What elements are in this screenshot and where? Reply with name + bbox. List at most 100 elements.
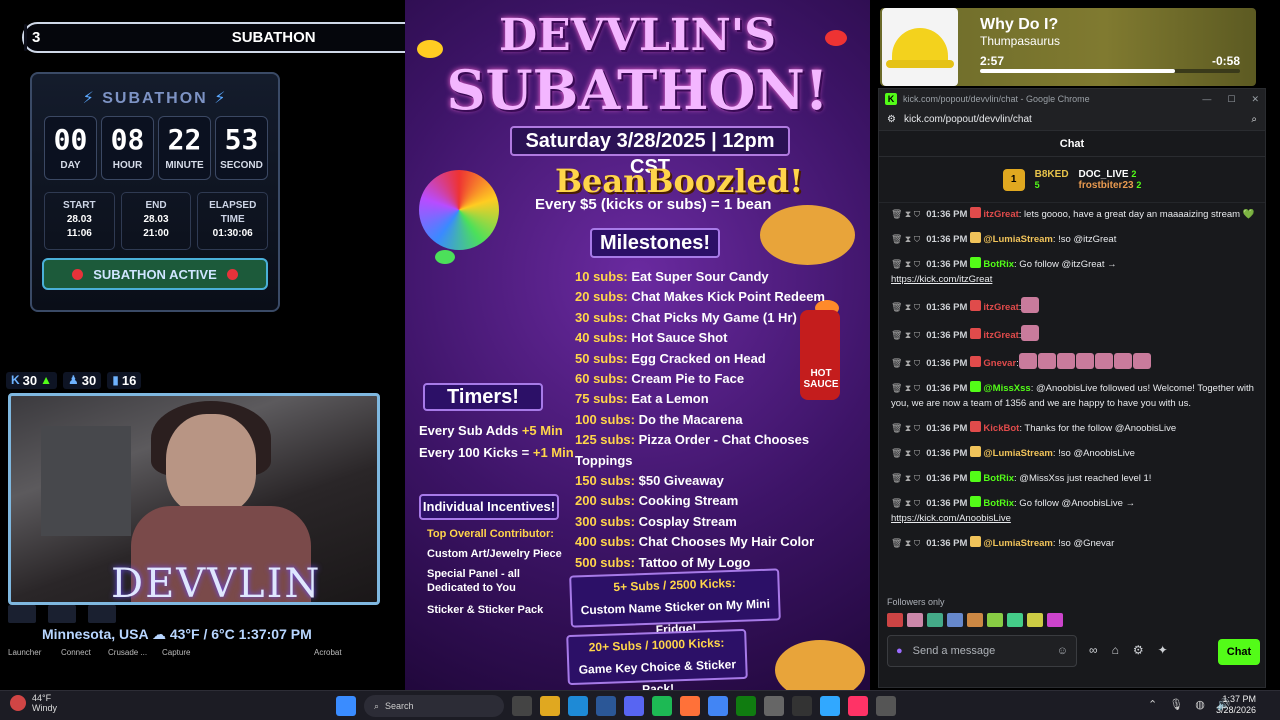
moderation-icons[interactable]: 🗑 ⧗ ⛉ [891,383,920,393]
emote-icon[interactable] [907,613,923,627]
milestone-item: 75 subs: Eat a Lemon [575,389,870,409]
seconds-value: 53 [224,123,259,156]
desktop-label-acrobat[interactable]: Acrobat [314,648,342,657]
chevron-up-icon[interactable]: ⌃ [1148,698,1157,711]
app-icon[interactable] [764,696,784,716]
app-icon[interactable] [8,605,36,623]
maximize-icon[interactable]: ☐ [1227,94,1235,105]
photoshop-icon[interactable] [820,696,840,716]
site-settings-icon[interactable]: ⚙ [887,114,896,125]
chat-messages: 🗑 ⧗ ⛉ 01:36 PM itzGreat: lets goooo, have … [879,203,1265,551]
microphone-icon[interactable]: 🎙 [1169,698,1183,711]
taskbar-date: 3/28/2026 [1215,705,1256,715]
emote-icon[interactable] [1027,613,1043,627]
bolt-icon: ⚡ [214,90,228,107]
emote-icon[interactable] [967,613,983,627]
extensions-icon[interactable]: ✦ [1158,643,1168,657]
gifter-1[interactable]: B8KED 5 [1035,169,1069,191]
moderation-icons[interactable]: 🗑 ⧗ ⛉ [891,234,920,244]
song-title: Why Do I? [980,16,1059,33]
network-icon[interactable]: ◍ [1195,698,1205,711]
microphone-icon[interactable]: ● [896,645,903,657]
app-icon[interactable] [88,605,116,623]
message-username[interactable]: itzGreat [983,330,1018,341]
indesign-icon[interactable] [848,696,868,716]
store-icon[interactable]: ⌂ [1112,643,1119,657]
message-username[interactable]: itzGreat [983,302,1018,313]
send-chat-button[interactable]: Chat [1218,639,1260,665]
taskbar-weather[interactable]: 44°F Windy [10,693,57,713]
moderation-icons[interactable]: 🗑 ⧗ ⛉ [891,448,920,458]
desktop-label-connect[interactable]: Connect [61,648,91,657]
moderation-icons[interactable]: 🗑 ⧗ ⛉ [891,473,920,483]
emote-icon[interactable] [987,613,1003,627]
file-explorer-icon[interactable] [540,696,560,716]
message-username[interactable]: BotRix [983,498,1014,509]
emote-icon[interactable] [887,613,903,627]
emote-icon[interactable] [1047,613,1063,627]
emoji-icon[interactable]: ☺ [1057,645,1068,657]
message-username[interactable]: KickBot [983,423,1019,434]
xbox-icon[interactable] [736,696,756,716]
steam-icon[interactable] [596,696,616,716]
chrome-icon[interactable] [708,696,728,716]
moderation-icons[interactable]: 🗑 ⧗ ⛉ [891,538,920,548]
message-text: : lets goooo, have a great day an maaaai… [1018,209,1255,220]
windows-start-icon[interactable] [336,696,356,716]
discord-icon[interactable] [624,696,644,716]
message-link[interactable]: https://kick.com/itzGreat [891,274,992,285]
moderation-icons[interactable]: 🗑 ⧗ ⛉ [891,259,920,269]
message-username[interactable]: BotRix [983,473,1014,484]
message-username[interactable]: @LumiaStream [983,538,1052,549]
taskbar-search[interactable]: ⌕ Search [364,695,504,717]
gifter-2[interactable]: DOC_LIVE 2 [1079,169,1142,180]
location-text: Minnesota, USA [42,626,149,642]
app-icon[interactable] [48,605,76,623]
moderation-icons[interactable]: 🗑 ⧗ ⛉ [891,330,920,340]
message-link[interactable]: https://kick.com/AnoobisLive [891,513,1011,524]
milestone-reward: Eat Super Sour Candy [631,269,769,284]
moderation-icons[interactable]: 🗑 ⧗ ⛉ [891,498,920,508]
obs-icon[interactable] [876,696,896,716]
message-username[interactable]: itzGreat [983,209,1018,220]
moderation-icons[interactable]: 🗑 ⧗ ⛉ [891,423,920,433]
milestones-heading: Milestones! [590,228,720,258]
incentive-box-2: 20+ Subs / 10000 Kicks: Game Key Choice … [566,628,748,690]
window-titlebar[interactable]: K kick.com/popout/devvlin/chat - Google … [879,89,1265,109]
milestone-threshold: 125 subs: [575,432,635,448]
app-icon[interactable] [792,696,812,716]
close-icon[interactable]: ✕ [1251,94,1259,105]
emote-icon[interactable] [947,613,963,627]
address-bar[interactable]: ⚙ kick.com/popout/devvlin/chat ⌕ [879,109,1265,131]
desktop-label-capture[interactable]: Capture [162,648,190,657]
task-view-icon[interactable] [512,696,532,716]
subathon-poster: HOT SAUCE DEVVLIN'S SUBATHON! Saturday 3… [405,0,870,690]
zoom-icon[interactable]: ⌕ [1251,114,1257,125]
emote-icon[interactable] [927,613,943,627]
message-time: 01:36 PM [926,330,968,341]
milestone-item: 20 subs: Chat Makes Kick Point Redeem [575,287,870,307]
message-text: : !so @AnoobisLive [1052,448,1135,459]
desktop-label-launcher[interactable]: Launcher [8,648,41,657]
minimize-icon[interactable]: — [1202,94,1211,105]
gifter-3[interactable]: frostbiter23 2 [1079,180,1142,191]
milestone-reward: Chat Makes Kick Point Redeem [631,289,825,305]
settings-gear-icon[interactable]: ⚙ [1133,643,1144,657]
firefox-icon[interactable] [680,696,700,716]
emote-icon[interactable] [1007,613,1023,627]
chat-message: 🗑 ⧗ ⛉ 01:36 PM itzGreat: lets goooo, have … [891,207,1255,222]
taskbar-clock[interactable]: 1:37 PM 3/28/2026 [1216,694,1256,716]
moderation-icons[interactable]: 🗑 ⧗ ⛉ [891,358,920,368]
moderation-icons[interactable]: 🗑 ⧗ ⛉ [891,209,920,219]
message-username[interactable]: Gnevar [983,358,1016,369]
desktop-label-crusade[interactable]: Crusade ... [108,648,147,657]
message-username[interactable]: @LumiaStream [983,234,1052,245]
kick-points-icon[interactable]: ∞ [1089,643,1098,657]
message-username[interactable]: @LumiaStream [983,448,1052,459]
chat-input[interactable]: ● Send a message ☺ [887,635,1077,667]
message-username[interactable]: @MissXss [983,383,1030,394]
moderation-icons[interactable]: 🗑 ⧗ ⛉ [891,302,920,312]
message-username[interactable]: BotRix [983,259,1014,270]
edge-icon[interactable] [568,696,588,716]
spotify-icon[interactable] [652,696,672,716]
